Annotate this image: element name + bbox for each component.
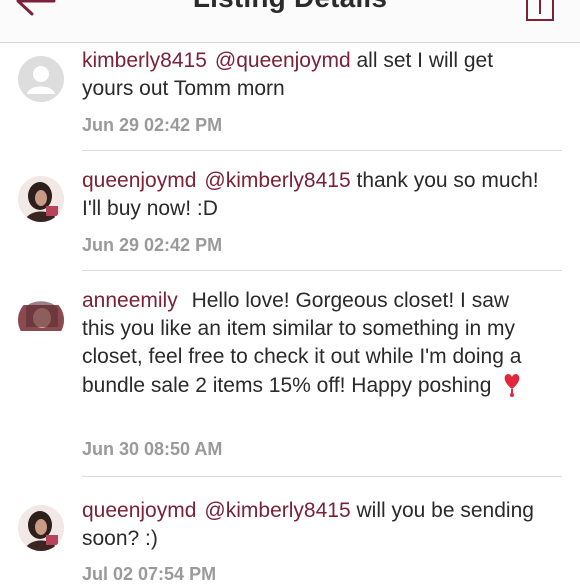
- page-title: Listing Details: [0, 0, 580, 14]
- divider: [82, 476, 562, 477]
- comment-username[interactable]: queenjoymd: [82, 169, 196, 192]
- comment-timestamp: Jun 29 02:42 PM: [82, 115, 223, 135]
- user-photo-icon: [18, 297, 64, 343]
- comment-text: kimberly8415 @queenjoymd all set I will g…: [82, 47, 542, 103]
- comment-mention[interactable]: @kimberly8415: [204, 499, 350, 522]
- header-bar: Listing Details: [0, 0, 580, 43]
- user-photo-icon: [18, 505, 64, 551]
- share-icon: [526, 0, 554, 21]
- default-user-icon: [18, 56, 64, 102]
- comment-timestamp: Jul 02 07:54 PM: [82, 564, 217, 584]
- comment-username[interactable]: queenjoymd: [82, 499, 196, 522]
- avatar[interactable]: [18, 505, 64, 551]
- divider: [82, 270, 562, 271]
- heart-emoji-icon: [504, 374, 520, 397]
- comment-text: anneemily Hello love! Gorgeous closet! I…: [82, 287, 542, 400]
- comment-timestamp: Jun 29 02:42 PM: [82, 235, 223, 255]
- avatar[interactable]: [18, 56, 64, 102]
- comment-text: queenjoymd @kimberly8415 will you be send…: [82, 497, 542, 553]
- comment-username[interactable]: anneemily: [82, 289, 178, 312]
- comment-text: queenjoymd @kimberly8415 thank you so muc…: [82, 167, 542, 223]
- user-photo-icon: [18, 176, 64, 222]
- divider: [82, 150, 562, 151]
- comment-mention[interactable]: @kimberly8415: [204, 169, 350, 192]
- avatar[interactable]: [18, 176, 64, 222]
- comment-timestamp: Jun 30 08:50 AM: [82, 439, 223, 459]
- comment-mention[interactable]: @queenjoymd: [215, 49, 351, 72]
- comment-username[interactable]: kimberly8415: [82, 49, 207, 72]
- avatar[interactable]: [18, 297, 64, 343]
- share-button[interactable]: [525, 0, 555, 22]
